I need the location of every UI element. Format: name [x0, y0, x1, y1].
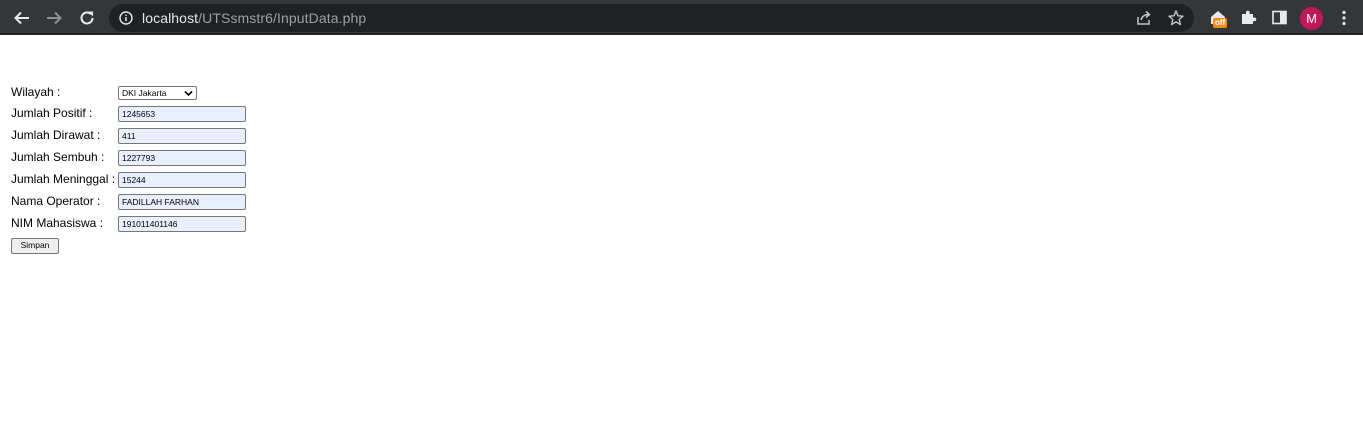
star-icon[interactable] — [1167, 9, 1185, 27]
chevron-down-icon — [184, 90, 193, 97]
back-icon — [14, 11, 29, 25]
url-host: localhost — [142, 10, 199, 26]
profile-avatar[interactable]: M — [1300, 7, 1323, 30]
operator-input[interactable]: FADILLAH FARHAN — [118, 194, 246, 210]
reload-icon — [80, 11, 94, 25]
side-panel-icon[interactable] — [1272, 10, 1287, 25]
dirawat-label: Jumlah Dirawat : — [11, 128, 101, 142]
wilayah-select[interactable]: DKI Jakarta — [118, 86, 197, 100]
dirawat-input[interactable]: 411 — [118, 128, 246, 144]
share-icon[interactable] — [1135, 9, 1153, 27]
extension-badge: off — [1213, 18, 1228, 28]
menu-icon[interactable] — [1337, 9, 1351, 27]
puzzle-icon[interactable] — [1240, 9, 1257, 26]
nim-input[interactable]: 191011401146 — [118, 216, 246, 232]
reload-button[interactable] — [73, 4, 101, 32]
info-icon[interactable] — [119, 11, 133, 25]
nim-label: NIM Mahasiswa : — [11, 216, 104, 230]
wilayah-selected-value: DKI Jakarta — [122, 88, 167, 98]
address-bar[interactable]: localhost/UTSsmstr6/InputData.php — [109, 4, 1194, 32]
back-button[interactable] — [8, 4, 36, 32]
wilayah-label: Wilayah : — [11, 85, 61, 99]
positif-label: Jumlah Positif : — [11, 106, 93, 120]
url-path: /UTSsmstr6/InputData.php — [198, 10, 367, 26]
forward-button[interactable] — [40, 4, 68, 32]
sembuh-input[interactable]: 1227793 — [118, 150, 246, 166]
positif-input[interactable]: 1245653 — [118, 106, 246, 122]
meninggal-input[interactable]: 15244 — [118, 172, 246, 188]
browser-toolbar: localhost/UTSsmstr6/InputData.php off M — [0, 0, 1363, 35]
simpan-button[interactable]: Simpan — [11, 238, 59, 254]
forward-icon — [47, 11, 62, 25]
url-text[interactable]: localhost/UTSsmstr6/InputData.php — [142, 10, 366, 26]
meninggal-label: Jumlah Meninggal : — [11, 172, 116, 186]
operator-label: Nama Operator : — [11, 194, 101, 208]
sembuh-label: Jumlah Sembuh : — [11, 150, 105, 164]
